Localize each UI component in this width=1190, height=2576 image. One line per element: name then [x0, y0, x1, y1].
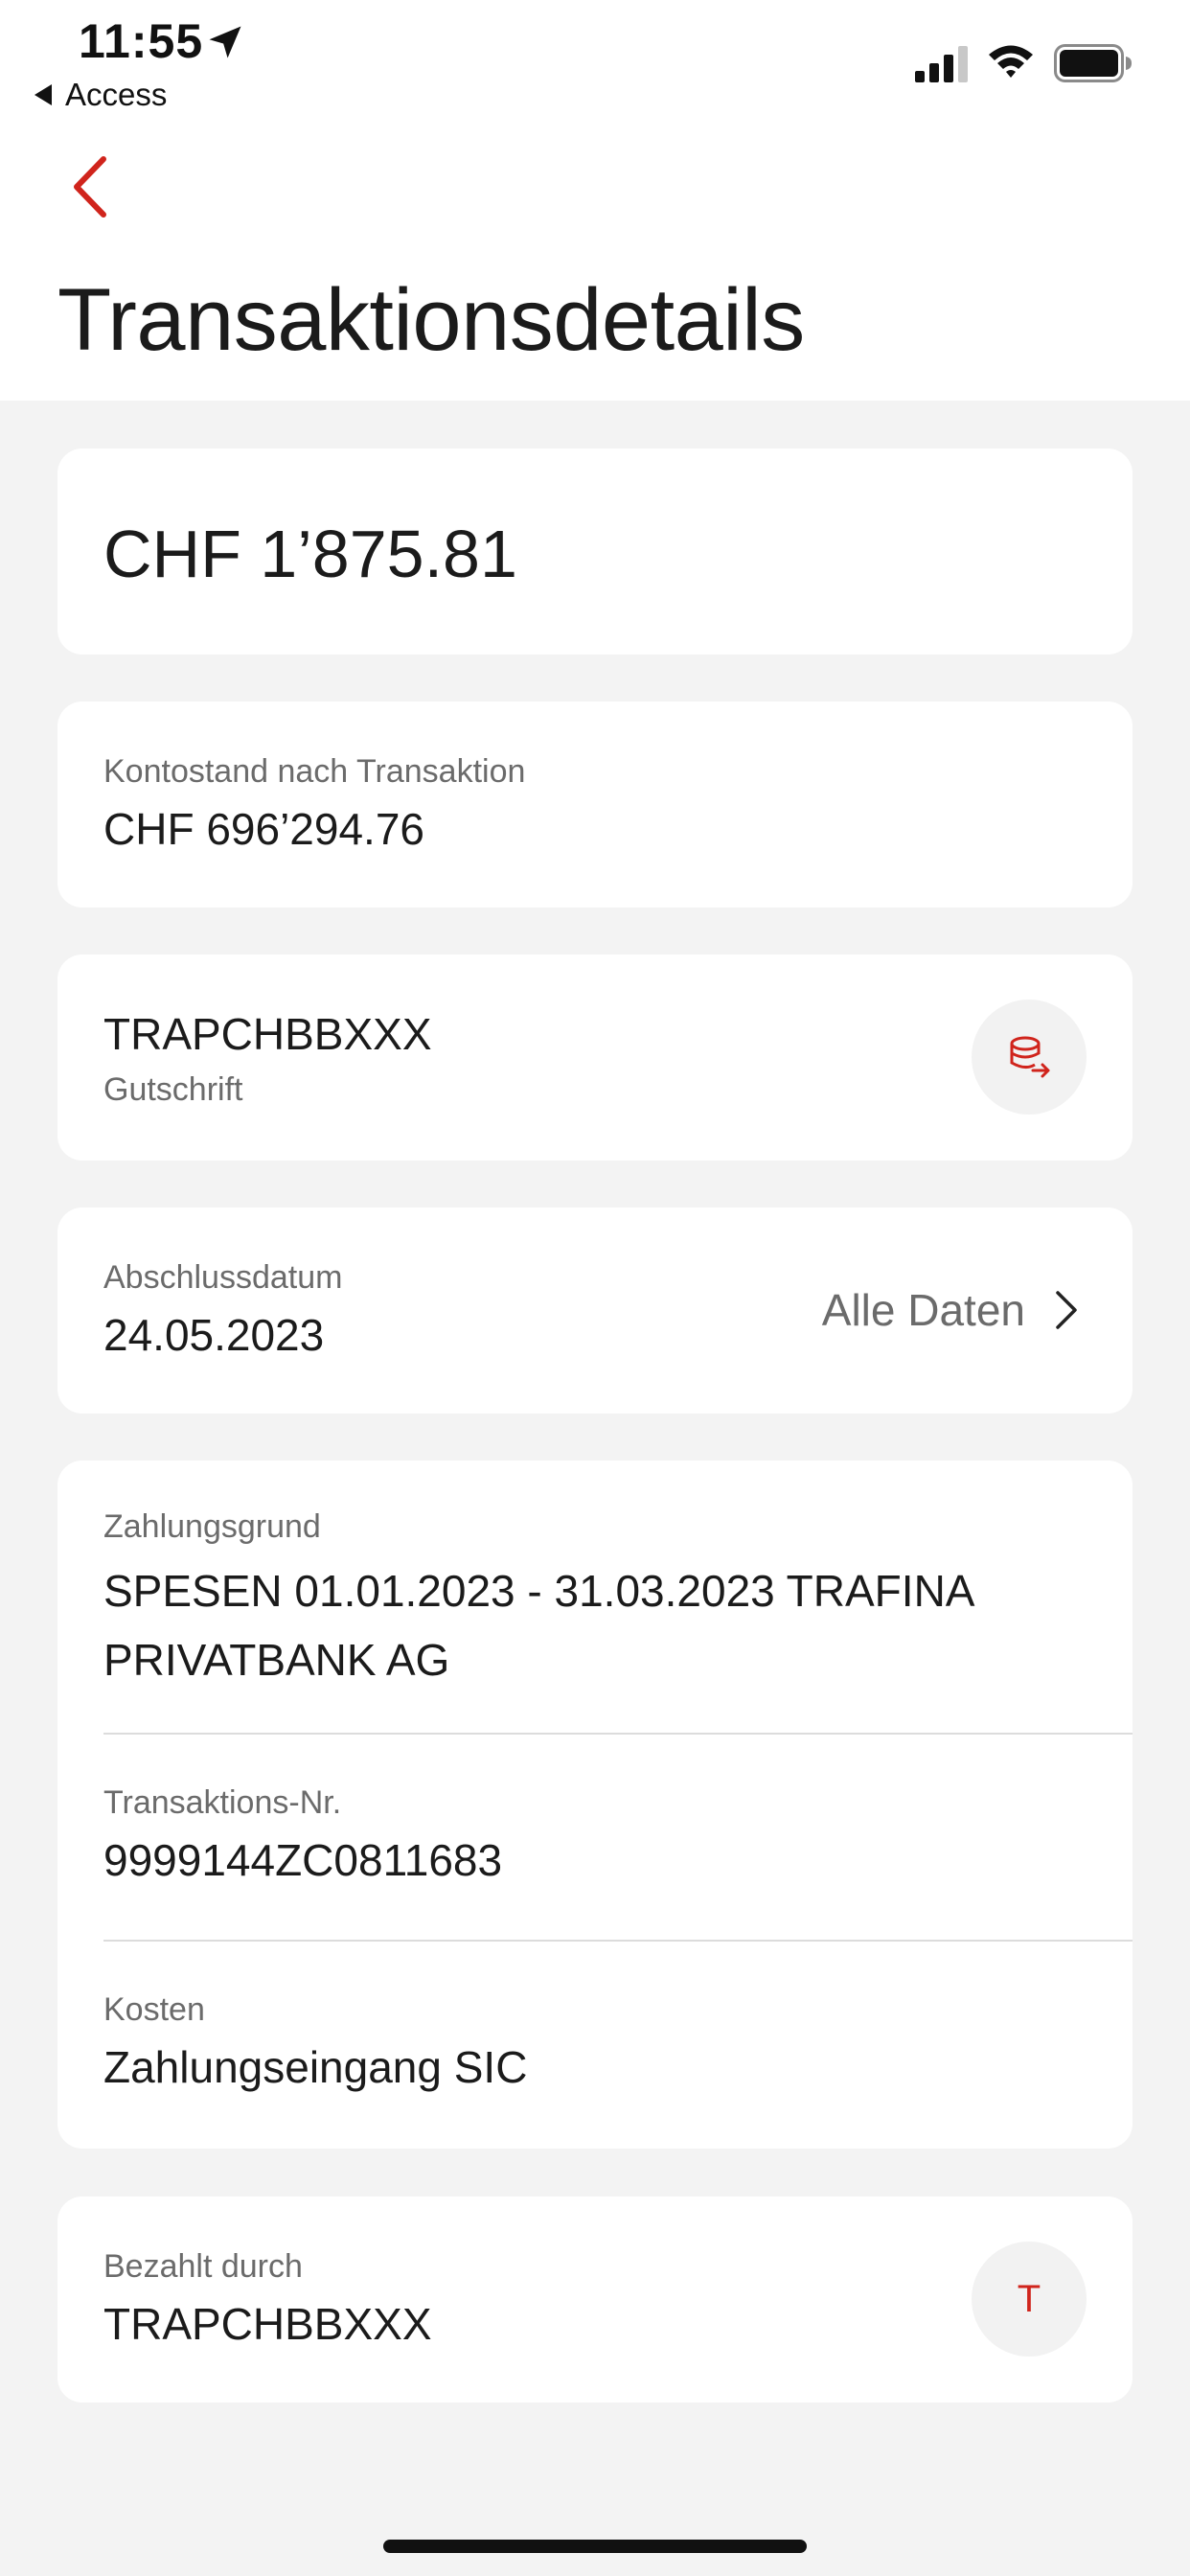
back-app-label: Access [65, 77, 168, 112]
payer-avatar-letter: T [1017, 2277, 1041, 2320]
coins-transfer-icon [1010, 1036, 1050, 1078]
costs-value: Zahlungseingang SIC [103, 2042, 528, 2092]
balance-card: Kontostand nach Transaktion CHF 696’294.… [57, 702, 1133, 908]
payment-reason-label: Zahlungsgrund [103, 1508, 321, 1545]
costs-label: Kosten [103, 1991, 205, 2028]
balance-label: Kontostand nach Transaktion [103, 753, 526, 790]
closing-date-value: 24.05.2023 [103, 1310, 325, 1360]
transaction-type-badge [972, 1000, 1087, 1115]
counterparty-name: TRAPCHBBXXX [103, 1009, 432, 1059]
back-chevron-icon[interactable] [67, 153, 115, 220]
closing-date-label: Abschlussdatum [103, 1259, 343, 1296]
divider [103, 1940, 1133, 1942]
transaction-amount: CHF 1’875.81 [103, 517, 517, 591]
chevron-right-icon [1056, 1291, 1077, 1329]
transaction-type: Gutschrift [103, 1071, 243, 1108]
paid-by-value: TRAPCHBBXXX [103, 2299, 432, 2349]
cellular-signal-icon [915, 46, 968, 82]
counterparty-card: TRAPCHBBXXX Gutschrift [57, 954, 1133, 1161]
location-arrow-icon [209, 26, 241, 58]
battery-icon [1054, 44, 1132, 82]
payment-reason-value: SPESEN 01.01.2023 - 31.03.2023 TRAFINA P… [103, 1566, 973, 1685]
wifi-icon [989, 45, 1033, 78]
header-area: 11:55 Access Transaktionsdetails [0, 0, 1190, 401]
date-card: Abschlussdatum 24.05.2023 Alle Daten [57, 1208, 1133, 1414]
paid-by-card: Bezahlt durch TRAPCHBBXXX T [57, 2196, 1133, 2403]
all-dates-label: Alle Daten [821, 1285, 1025, 1335]
details-card: Zahlungsgrund SPESEN 01.01.2023 - 31.03.… [57, 1460, 1133, 2149]
home-indicator[interactable] [383, 2540, 807, 2553]
back-triangle-icon [34, 84, 52, 105]
divider [103, 1733, 1133, 1735]
page-title: Transaktionsdetails [57, 271, 805, 369]
all-dates-link[interactable]: Alle Daten [822, 1284, 1079, 1336]
paid-by-label: Bezahlt durch [103, 2248, 303, 2285]
back-to-app-link[interactable]: Access [34, 77, 167, 113]
amount-card: CHF 1’875.81 [57, 448, 1133, 655]
payer-avatar: T [972, 2242, 1087, 2357]
status-time: 11:55 [79, 14, 204, 68]
transaction-number-value: 9999144ZC0811683 [103, 1835, 503, 1885]
transaction-number-label: Transaktions-Nr. [103, 1784, 342, 1821]
balance-value: CHF 696’294.76 [103, 804, 424, 854]
